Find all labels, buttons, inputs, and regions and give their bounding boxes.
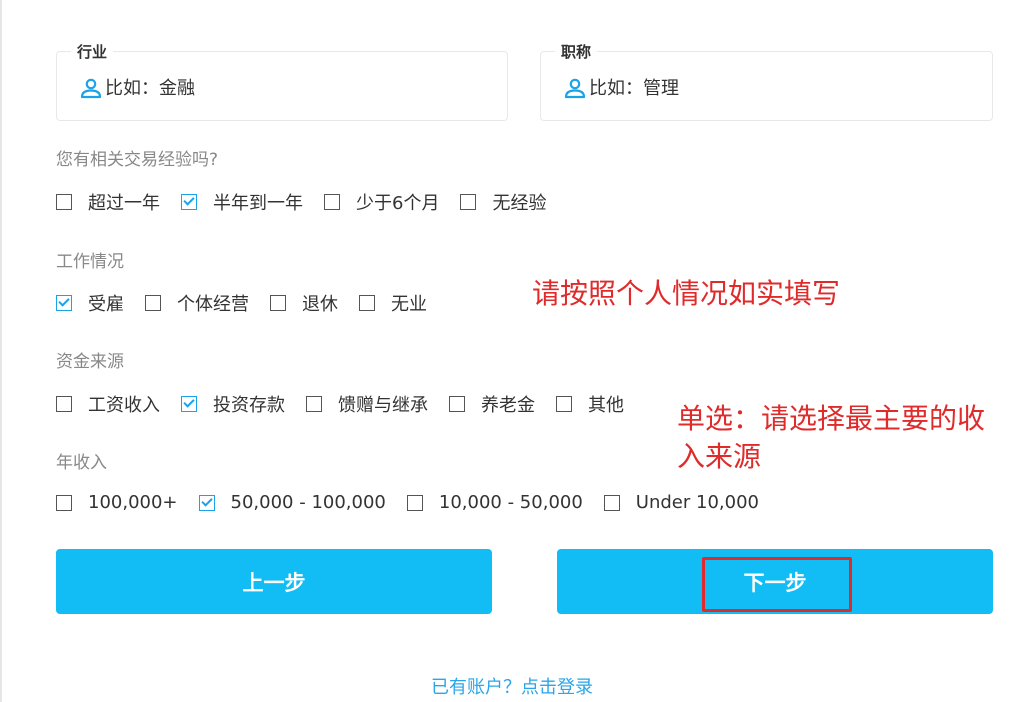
option-label: Under 10,000 [635,492,759,513]
funds-option-pension[interactable]: 养老金 [449,391,535,417]
checkbox[interactable] [56,194,72,210]
job-title-field[interactable]: 职称 [540,43,993,121]
annotation-fill-truthfully: 请按照个人情况如实填写 [532,277,841,310]
industry-input[interactable] [105,74,485,102]
employment-option-employed[interactable]: 受雇 [56,290,124,316]
employment-label: 工作情况 [56,252,124,272]
option-label: 受雇 [88,294,124,315]
option-label: 无业 [391,294,427,315]
funds-option-other[interactable]: 其他 [556,391,624,417]
checkbox[interactable] [324,194,340,210]
previous-step-button[interactable]: 上一步 [56,549,492,614]
checkbox[interactable] [56,396,72,412]
funds-option-investment-savings[interactable]: 投资存款 [181,391,285,417]
checkbox[interactable] [198,494,215,511]
annotation-single-choice-line1: 单选：请选择最主要的收 [677,402,986,435]
checkbox[interactable] [56,295,72,311]
checkbox[interactable] [449,396,465,412]
income-option-over-100000[interactable]: 100,000+ [56,492,178,513]
funds-source-options: 工资收入 投资存款 馈赠与继承 养老金 其他 [56,391,645,417]
industry-field-legend: 行业 [71,43,114,61]
funds-source-label: 资金来源 [56,352,124,372]
employment-option-retired[interactable]: 退休 [270,290,338,316]
checkbox[interactable] [270,295,286,311]
checkbox[interactable] [145,295,161,311]
next-step-highlight-box [702,557,852,612]
funds-option-gift-inheritance[interactable]: 馈赠与继承 [306,391,428,417]
option-label: 50,000 - 100,000 [230,492,386,513]
checkbox[interactable] [556,396,572,412]
page-left-border [0,0,2,702]
checkbox[interactable] [56,494,72,511]
annual-income-options: 100,000+ 50,000 - 100,000 10,000 - 50,00… [56,492,780,513]
experience-option-half-to-one-year[interactable]: 半年到一年 [181,189,303,215]
experience-options: 超过一年 半年到一年 少于6个月 无经验 [56,189,567,215]
funds-option-salary[interactable]: 工资收入 [56,391,160,417]
option-label: 个体经营 [177,294,249,315]
checkbox[interactable] [460,194,477,210]
option-label: 100,000+ [88,492,178,513]
employment-option-self-employed[interactable]: 个体经营 [145,290,249,316]
job-title-input[interactable] [589,74,969,102]
income-option-50000-100000[interactable]: 50,000 - 100,000 [198,492,386,513]
experience-label: 您有相关交易经验吗? [56,150,219,170]
user-icon [564,78,586,99]
option-label: 无经验 [492,193,547,214]
checkbox[interactable] [359,295,375,311]
option-label: 养老金 [481,395,535,416]
checkbox[interactable] [306,396,322,412]
checkbox[interactable] [406,494,423,511]
login-link[interactable]: 已有账户？点击登录 [0,673,1024,699]
option-label: 10,000 - 50,000 [438,492,583,513]
income-option-10000-50000[interactable]: 10,000 - 50,000 [406,492,583,513]
checkbox[interactable] [181,194,197,210]
income-option-under-10000[interactable]: Under 10,000 [603,492,759,513]
user-icon [80,78,102,99]
option-label: 工资收入 [88,395,160,416]
checkbox[interactable] [181,396,197,412]
employment-options: 受雇 个体经营 退休 无业 [56,290,448,316]
checkbox[interactable] [603,494,620,511]
experience-option-under-six-months[interactable]: 少于6个月 [324,189,439,215]
experience-option-over-one-year[interactable]: 超过一年 [56,189,160,215]
experience-option-none[interactable]: 无经验 [460,189,546,215]
option-label: 投资存款 [213,395,285,416]
option-label: 馈赠与继承 [338,395,428,416]
option-label: 退休 [302,294,338,315]
annual-income-label: 年收入 [56,453,107,473]
employment-option-unemployed[interactable]: 无业 [359,290,427,316]
annotation-single-choice-line2: 入来源 [677,440,762,473]
industry-field[interactable]: 行业 [56,43,508,121]
option-label: 少于6个月 [356,193,440,214]
option-label: 半年到一年 [213,193,303,214]
job-title-field-legend: 职称 [555,43,598,61]
option-label: 超过一年 [88,193,160,214]
option-label: 其他 [588,395,624,416]
